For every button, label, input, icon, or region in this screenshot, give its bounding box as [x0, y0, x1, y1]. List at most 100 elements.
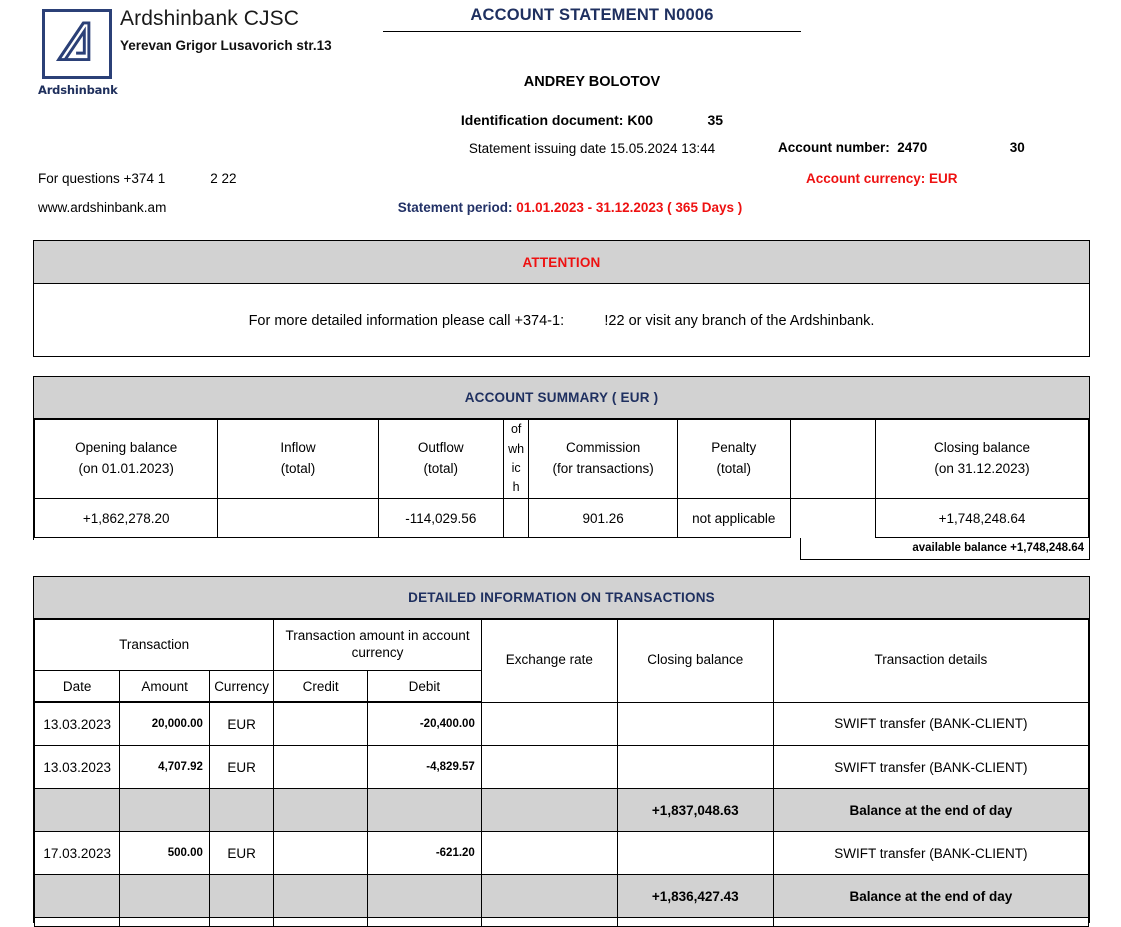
transactions-table-body: 13.03.2023 20,000.00 EUR -20,400.00 SWIFT tr…: [33, 701, 1090, 927]
table-row[interactable]: +1,836,427.43 Balance at the end of day: [33, 874, 1090, 918]
col-amount: Amount: [119, 670, 210, 703]
available-balance: available balance +1,748,248.64: [800, 538, 1090, 560]
bank-name: Ardshinbank CJSC: [120, 7, 300, 30]
transactions-title: DETAILED INFORMATION ON TRANSACTIONS: [34, 577, 1089, 619]
customer-name: ANDREY BOLOTOV: [523, 74, 661, 90]
summary-header-cell: Closing balance (on 31.12.2023): [875, 419, 1089, 499]
account-summary-table: Opening balance (on 01.01.2023) Inflow (tot…: [33, 419, 1089, 538]
cell-currency: EUR: [208, 701, 275, 746]
transactions-table-head: Transaction Transaction amount in accoun…: [33, 619, 1090, 703]
table-row[interactable]: [33, 917, 1090, 927]
cell-closing-balance: [616, 831, 774, 875]
cell-credit: [273, 745, 369, 789]
cell-debit: -20,400.00: [367, 701, 482, 746]
cell-closing-balance: [616, 745, 774, 789]
bank-address: Yerevan Grigor Lusavorich str.13: [120, 38, 332, 53]
summary-header-cell: Penalty (total): [676, 419, 791, 499]
statement-period-value: 01.01.2023 - 31.12.2023 ( 365 Days ): [516, 200, 743, 215]
cell-date: 17.03.2023: [33, 831, 121, 875]
cell-truncated: [208, 917, 275, 927]
attention-title: ATTENTION: [34, 241, 1089, 284]
cell-credit: [273, 788, 369, 832]
cell-truncated: [33, 917, 121, 927]
cell-debit: -4,829.57: [367, 745, 482, 789]
summary-value-row: +1,862,278.20 -114,029.56 901.26 not applic…: [33, 498, 1089, 538]
cell-truncated: [480, 917, 618, 927]
cell-truncated: [616, 917, 774, 927]
cell-currency: [208, 788, 275, 832]
cell-date: 13.03.2023: [33, 745, 121, 789]
cell-truncated: [772, 917, 1090, 927]
summary-header-cell: Outflow (total): [377, 419, 505, 499]
cell-details: SWIFT transfer (BANK-CLIENT): [772, 701, 1090, 746]
cell-amount: 20,000.00: [119, 701, 210, 746]
cell-exchange-rate: [480, 874, 618, 918]
summary-header-cell: Opening balance (on 01.01.2023): [33, 419, 219, 499]
cell-details: SWIFT transfer (BANK-CLIENT): [772, 745, 1090, 789]
cell-date: [33, 788, 121, 832]
account-summary-table-wrap: Opening balance (on 01.01.2023) Inflow (tot…: [33, 419, 1089, 540]
cell-credit: [273, 831, 369, 875]
statement-period: Statement period: 01.01.2023 - 31.12.202…: [300, 200, 840, 215]
cell-debit: -621.20: [367, 831, 482, 875]
col-closing-balance: Closing balance: [616, 619, 774, 703]
cell-details: Balance at the end of day: [772, 874, 1090, 918]
table-group-header-row: Transaction Transaction amount in accoun…: [33, 619, 1090, 703]
col-date: Date: [33, 670, 121, 703]
summary-header-cell: of whic h: [503, 419, 530, 499]
bank-website[interactable]: www.ardshinbank.am: [38, 200, 166, 215]
ardshinbank-logo-icon: [42, 9, 112, 79]
summary-value-cell: 901.26: [528, 498, 678, 538]
table-row[interactable]: 17.03.2023 500.00 EUR -621.20 SWIFT transfer…: [33, 831, 1090, 875]
cell-debit: [367, 788, 482, 832]
cell-debit: [367, 874, 482, 918]
page-title: ACCOUNT STATEMENT N0006: [470, 6, 714, 24]
attention-body-text: For more detailed information please cal…: [248, 312, 875, 329]
cell-closing-balance: +1,836,427.43: [616, 874, 774, 918]
summary-value-cell: not applicable: [676, 498, 791, 538]
table-row[interactable]: +1,837,048.63 Balance at the end of day: [33, 788, 1090, 832]
account-currency: Account currency: EUR: [806, 171, 958, 186]
cell-date: [33, 874, 121, 918]
cell-truncated: [367, 917, 482, 927]
cell-currency: [208, 874, 275, 918]
contact-phone: For questions +374 1 2 22: [38, 171, 237, 186]
identification-document: Identification document: K00 35: [460, 112, 724, 128]
account-summary-panel: ACCOUNT SUMMARY ( EUR ) Opening balance(…: [33, 376, 1090, 540]
statement-issuing-date: Statement issuing date 15.05.2024 13:44: [468, 141, 716, 156]
title-underline: [383, 31, 801, 32]
table-row[interactable]: 13.03.2023 20,000.00 EUR -20,400.00 SWIFT tr…: [33, 701, 1090, 746]
summary-value-cell: [217, 498, 379, 538]
summary-value-cell: +1,862,278.20: [33, 498, 219, 538]
summary-value-cell: [789, 498, 877, 538]
summary-value-cell: +1,748,248.64: [875, 498, 1089, 538]
cell-amount: 4,707.92: [119, 745, 210, 789]
summary-header-cell: Commission (for transactions): [528, 419, 678, 499]
col-group-amount-in-account-currency: Transaction amount in account currency: [273, 619, 482, 671]
summary-header-row: Opening balance (on 01.01.2023) Inflow (tot…: [33, 419, 1089, 499]
cell-truncated: [119, 917, 210, 927]
cell-credit: [273, 874, 369, 918]
cell-amount: [119, 788, 210, 832]
col-debit: Debit: [367, 670, 482, 703]
cell-amount: [119, 874, 210, 918]
cell-date: 13.03.2023: [33, 701, 121, 746]
cell-exchange-rate: [480, 701, 618, 746]
summary-value-cell: -114,029.56: [377, 498, 505, 538]
cell-amount: 500.00: [119, 831, 210, 875]
statement-period-label: Statement period:: [397, 200, 517, 215]
cell-currency: EUR: [208, 745, 275, 789]
col-transaction-details: Transaction details: [772, 619, 1090, 703]
col-credit: Credit: [273, 670, 369, 703]
col-group-transaction: Transaction: [33, 619, 275, 671]
cell-closing-balance: [616, 701, 774, 746]
cell-details: SWIFT transfer (BANK-CLIENT): [772, 831, 1090, 875]
transactions-panel: DETAILED INFORMATION ON TRANSACTIONS Tra…: [33, 576, 1090, 927]
account-number: Account number: 2470 30: [778, 140, 1025, 155]
table-row[interactable]: 13.03.2023 4,707.92 EUR -4,829.57 SWIFT tran…: [33, 745, 1090, 789]
transactions-table: Transaction Transaction amount in accoun…: [33, 619, 1090, 927]
summary-header-cell: [789, 419, 877, 499]
statement-header: Ardshinbank Ardshinbank CJSC Yerevan Gri…: [0, 0, 1121, 232]
cell-closing-balance: +1,837,048.63: [616, 788, 774, 832]
col-exchange-rate: Exchange rate: [480, 619, 618, 703]
